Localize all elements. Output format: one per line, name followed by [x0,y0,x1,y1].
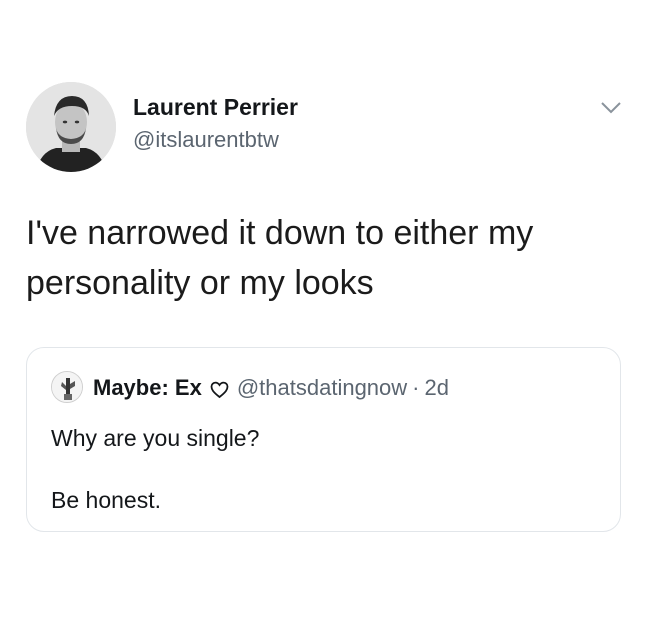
quoted-header: Maybe: Ex @thatsdatingnow · 2d [93,375,449,401]
quoted-display-name[interactable]: Maybe: Ex [93,375,202,401]
quoted-avatar[interactable] [51,371,83,403]
separator-dot: · [412,375,420,400]
avatar-photo [26,82,116,172]
avatar[interactable] [26,82,116,172]
tweet-text: I've narrowed it down to either my perso… [26,214,534,302]
quoted-text-line-1: Why are you single? [51,425,260,451]
author-handle[interactable]: @itslaurentbtw [133,127,279,153]
quoted-tweet[interactable]: Maybe: Ex @thatsdatingnow · 2d Why are y… [26,347,621,532]
chevron-down-icon[interactable] [598,97,624,117]
quoted-handle[interactable]: @thatsdatingnow [237,375,407,401]
heart-outline-icon [210,379,229,399]
quoted-timestamp[interactable]: 2d [424,375,448,401]
quoted-avatar-photo [52,372,82,402]
quoted-text-line-2: Be honest. [51,487,161,513]
author-display-name[interactable]: Laurent Perrier [133,94,298,121]
